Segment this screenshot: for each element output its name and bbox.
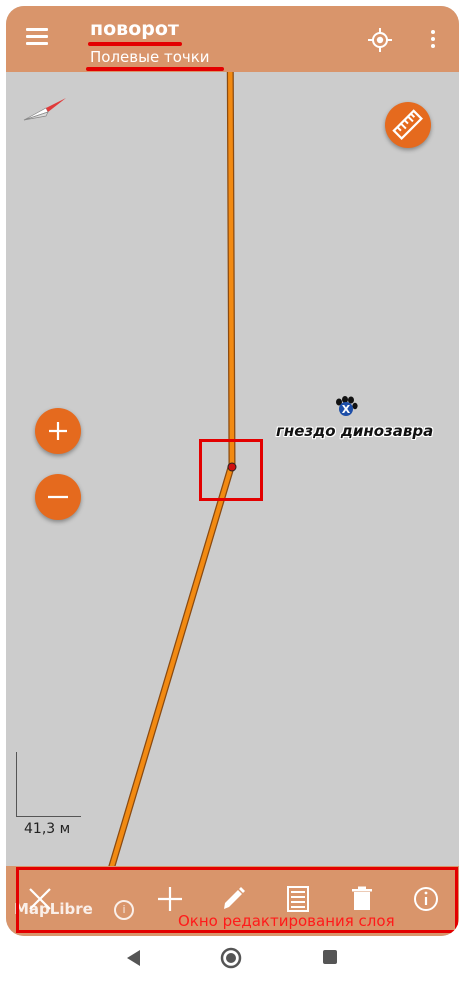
paw-marker-icon[interactable]: X xyxy=(334,396,358,418)
zoom-in-button[interactable] xyxy=(35,408,81,454)
more-vert-icon[interactable] xyxy=(430,30,436,50)
title-underline-annotation xyxy=(88,42,182,46)
gps-locate-icon[interactable] xyxy=(368,28,392,52)
app-bar: поворот Полевые точки xyxy=(6,6,459,72)
measure-ruler-button[interactable] xyxy=(385,102,431,148)
phone-screen: X гнездо динозавра 41,3 м поворот Полевы… xyxy=(6,6,459,936)
home-circle-icon[interactable] xyxy=(220,947,242,969)
minus-icon xyxy=(48,495,68,499)
subtitle-underline-annotation xyxy=(86,67,224,71)
edit-toolbar-highlight-annotation xyxy=(16,867,458,933)
vertex-highlight-annotation xyxy=(199,439,263,501)
recent-square-icon[interactable] xyxy=(321,948,339,966)
zoom-out-button[interactable] xyxy=(35,474,81,520)
system-navigation-bar xyxy=(0,936,465,983)
scale-bar xyxy=(16,752,81,817)
plus-icon xyxy=(49,422,67,440)
poi-label[interactable]: гнездо динозавра xyxy=(276,422,433,440)
compass-needle-icon[interactable] xyxy=(20,94,70,128)
layer-subtitle: Полевые точки xyxy=(90,48,210,66)
back-triangle-icon[interactable] xyxy=(124,948,142,968)
ruler-icon xyxy=(392,109,423,140)
hamburger-menu-icon[interactable] xyxy=(26,28,48,46)
scale-label: 41,3 м xyxy=(24,821,71,837)
svg-text:X: X xyxy=(342,403,351,416)
layer-title: поворот xyxy=(90,18,179,40)
